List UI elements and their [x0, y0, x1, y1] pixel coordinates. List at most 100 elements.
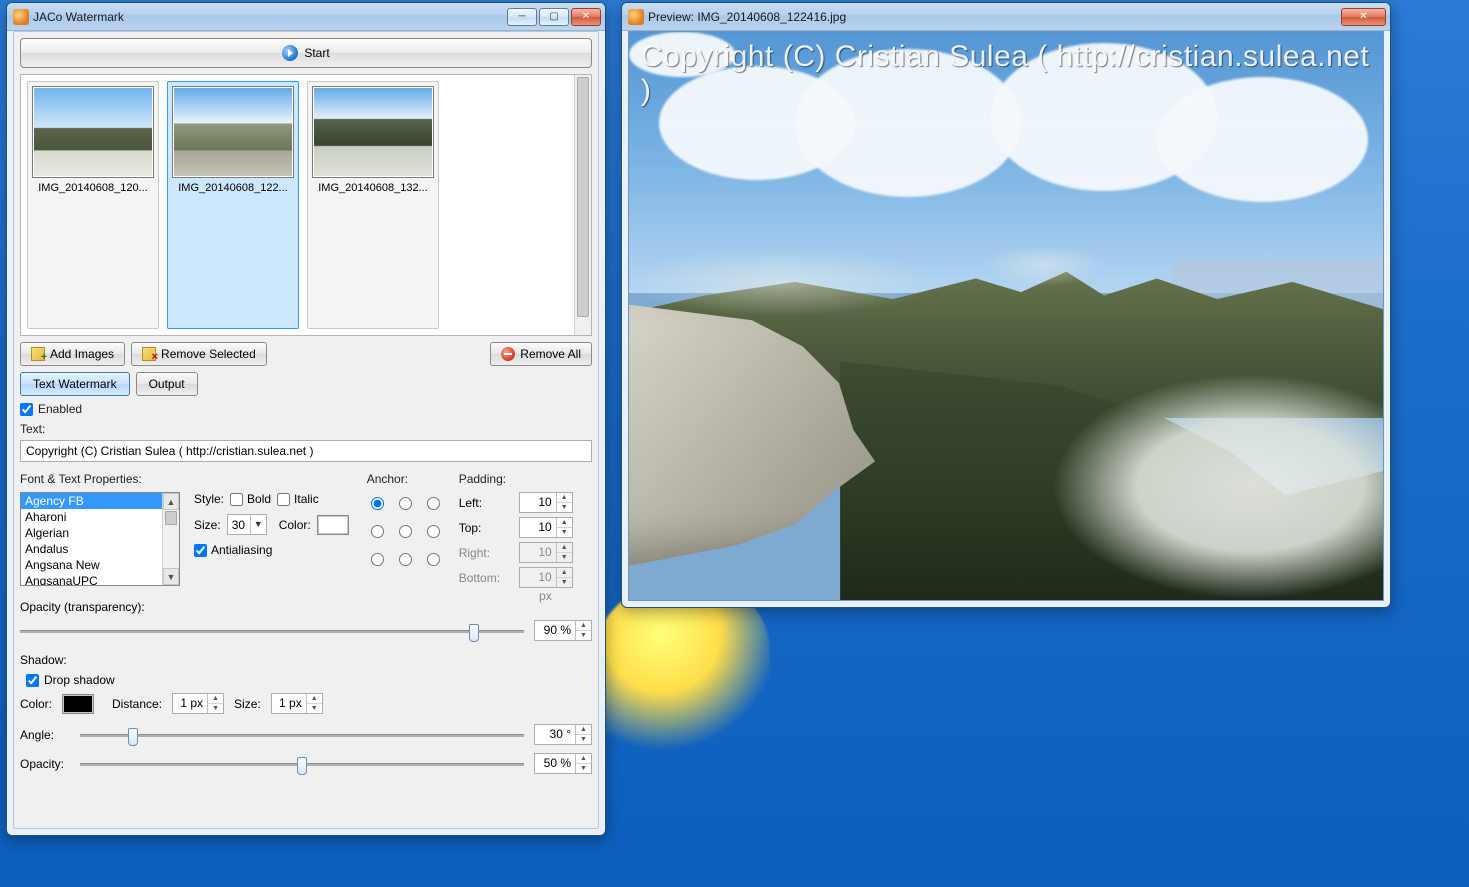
shadow-size-label: Size: [234, 697, 261, 711]
distance-label: Distance: [112, 697, 162, 711]
font-option[interactable]: Agency FB [21, 493, 179, 509]
font-list[interactable]: Agency FB Aharoni Algerian Andalus Angsa… [20, 492, 180, 586]
remove-selected-label: Remove Selected [161, 347, 256, 361]
angle-spin[interactable]: 30 °▲▼ [534, 724, 592, 745]
thumbnail-caption: IMG_20140608_132... [312, 178, 434, 198]
remove-selected-button[interactable]: Remove Selected [131, 342, 267, 366]
close-button[interactable]: ✕ [571, 8, 601, 26]
angle-label: Angle: [20, 728, 70, 742]
thumbnail-item[interactable]: IMG_20140608_120... [27, 81, 159, 329]
app-icon [13, 9, 29, 25]
anchor-mr[interactable] [427, 525, 440, 538]
remove-all-icon [501, 347, 515, 361]
opacity-slider[interactable] [20, 621, 524, 641]
bold-checkbox[interactable]: Bold [230, 492, 271, 506]
anchor-bc[interactable] [399, 553, 412, 566]
preview-image [629, 32, 1383, 600]
watermark-overlay: Copyright (C) Cristian Sulea ( http://cr… [641, 40, 1383, 108]
antialias-label: Antialiasing [211, 543, 272, 557]
italic-checkbox[interactable]: Italic [277, 492, 319, 506]
tab-text-watermark-label: Text Watermark [33, 377, 117, 391]
pad-left-spin[interactable]: 10 px▲▼ [519, 492, 573, 513]
main-window: JACo Watermark ─ ▢ ✕ Start IMG_20140608_… [6, 2, 606, 836]
shadow-group-label: Shadow: [20, 653, 592, 667]
anchor-ml[interactable] [371, 525, 384, 538]
anchor-bl[interactable] [371, 553, 384, 566]
thumbnail-item[interactable]: IMG_20140608_132... [307, 81, 439, 329]
pad-right-spin: 10 px▲▼ [519, 542, 573, 563]
thumbnails-scrollbar[interactable] [574, 75, 591, 335]
font-option[interactable]: AngsanaUPC [21, 573, 179, 586]
tab-output[interactable]: Output [136, 372, 198, 396]
remove-all-label: Remove All [520, 347, 581, 361]
tab-output-label: Output [149, 377, 185, 391]
anchor-tc[interactable] [399, 497, 412, 510]
shadow-opacity-spin[interactable]: 50 %▲▼ [534, 753, 592, 774]
app-icon [628, 9, 644, 25]
size-combo[interactable]: 30▼ [227, 514, 267, 535]
size-value: 30 [228, 518, 250, 532]
pad-left-label: Left: [459, 496, 519, 510]
tab-text-watermark[interactable]: Text Watermark [20, 372, 130, 396]
font-option[interactable]: Algerian [21, 525, 179, 541]
add-icon [31, 347, 45, 361]
opacity-label: Opacity (transparency): [20, 600, 592, 614]
thumbnail-image [172, 86, 294, 178]
angle-slider[interactable] [80, 725, 524, 745]
anchor-tr[interactable] [427, 497, 440, 510]
anchor-tl[interactable] [371, 497, 384, 510]
anchor-mc[interactable] [399, 525, 412, 538]
maximize-button[interactable]: ▢ [539, 8, 569, 26]
enabled-checkbox-input[interactable] [20, 403, 33, 416]
enabled-label: Enabled [38, 402, 82, 416]
pad-bottom-spin: 10 px▲▼ [519, 567, 573, 588]
enabled-checkbox[interactable]: Enabled [20, 402, 592, 416]
bold-label: Bold [247, 492, 271, 506]
watermark-text-input[interactable] [20, 440, 592, 462]
drop-shadow-checkbox[interactable]: Drop shadow [26, 673, 592, 687]
opacity-spin[interactable]: 90 %▲▼ [534, 620, 592, 641]
shadow-color-swatch[interactable] [62, 694, 94, 714]
minimize-button[interactable]: ─ [507, 8, 537, 26]
shadow-opacity-slider[interactable] [80, 754, 524, 774]
thumbnails-area[interactable]: IMG_20140608_120... IMG_20140608_122... … [20, 74, 592, 336]
shadow-opacity-label: Opacity: [20, 757, 70, 771]
color-label: Color: [279, 518, 311, 532]
font-option[interactable]: Angsana New [21, 557, 179, 573]
thumbnail-image [312, 86, 434, 178]
anchor-grid [367, 492, 445, 570]
anchor-br[interactable] [427, 553, 440, 566]
main-title: JACo Watermark [33, 10, 505, 24]
main-titlebar[interactable]: JACo Watermark ─ ▢ ✕ [7, 3, 605, 31]
text-label: Text: [20, 422, 592, 436]
thumbnail-caption: IMG_20140608_122... [172, 178, 294, 198]
pad-top-label: Top: [459, 521, 519, 535]
start-button[interactable]: Start [20, 38, 592, 68]
size-label: Size: [194, 518, 221, 532]
font-list-scrollbar[interactable]: ▲▼ [162, 493, 179, 585]
preview-title: Preview: IMG_20140608_122416.jpg [648, 10, 1339, 24]
text-color-swatch[interactable] [317, 515, 349, 535]
font-option[interactable]: Aharoni [21, 509, 179, 525]
shadow-size-spin[interactable]: 1 px▲▼ [271, 693, 323, 714]
thumbnail-item[interactable]: IMG_20140608_122... [167, 81, 299, 329]
chevron-down-icon: ▼ [250, 515, 266, 534]
preview-window: Preview: IMG_20140608_122416.jpg ✕ Copyr… [621, 2, 1391, 608]
padding-label: Padding: [459, 472, 573, 486]
shadow-color-label: Color: [20, 697, 52, 711]
anchor-label: Anchor: [367, 472, 445, 486]
start-label: Start [304, 46, 329, 60]
preview-titlebar[interactable]: Preview: IMG_20140608_122416.jpg ✕ [622, 3, 1390, 31]
main-body: Start IMG_20140608_120... IMG_20140608_1… [13, 31, 599, 829]
pad-right-label: Right: [459, 546, 519, 560]
font-option[interactable]: Andalus [21, 541, 179, 557]
distance-spin[interactable]: 1 px▲▼ [172, 693, 224, 714]
font-group-label: Font & Text Properties: [20, 472, 180, 486]
remove-all-button[interactable]: Remove All [490, 342, 592, 366]
thumbnail-caption: IMG_20140608_120... [32, 178, 154, 198]
pad-bottom-label: Bottom: [459, 571, 519, 585]
add-images-button[interactable]: Add Images [20, 342, 125, 366]
preview-close-button[interactable]: ✕ [1341, 8, 1386, 26]
antialias-checkbox[interactable]: Antialiasing [194, 543, 349, 557]
pad-top-spin[interactable]: 10 px▲▼ [519, 517, 573, 538]
